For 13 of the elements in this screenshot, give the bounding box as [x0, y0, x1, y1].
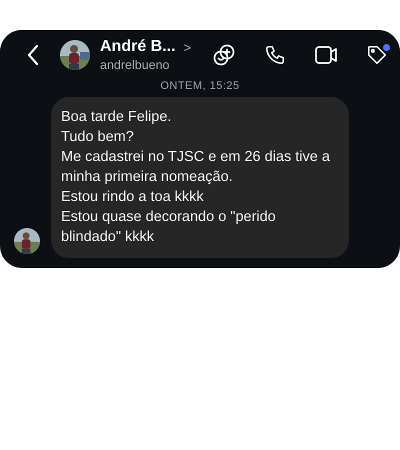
chevron-icon[interactable]: >: [184, 40, 192, 54]
message-text: Boa tarde Felipe.: [61, 108, 172, 127]
message-text: Me cadastrei no TJSC e em 26 dias tive a minha primeira nomeação.: [61, 148, 331, 187]
back-icon[interactable]: [26, 44, 40, 66]
message-text: Estou quase decorando o "perido blindado" kkkk: [61, 208, 277, 247]
message-text: Estou rindo a toa kkkk: [61, 188, 205, 207]
tag-icon[interactable]: [366, 44, 388, 66]
video-camera-icon[interactable]: [314, 44, 338, 66]
message-text: Tudo bem?: [61, 128, 135, 147]
contact-name[interactable]: André B...: [100, 38, 176, 56]
phone-icon[interactable]: [264, 44, 286, 66]
timestamp: ONTEM, 15:25: [159, 80, 241, 93]
username: andrelbueno: [100, 58, 171, 72]
